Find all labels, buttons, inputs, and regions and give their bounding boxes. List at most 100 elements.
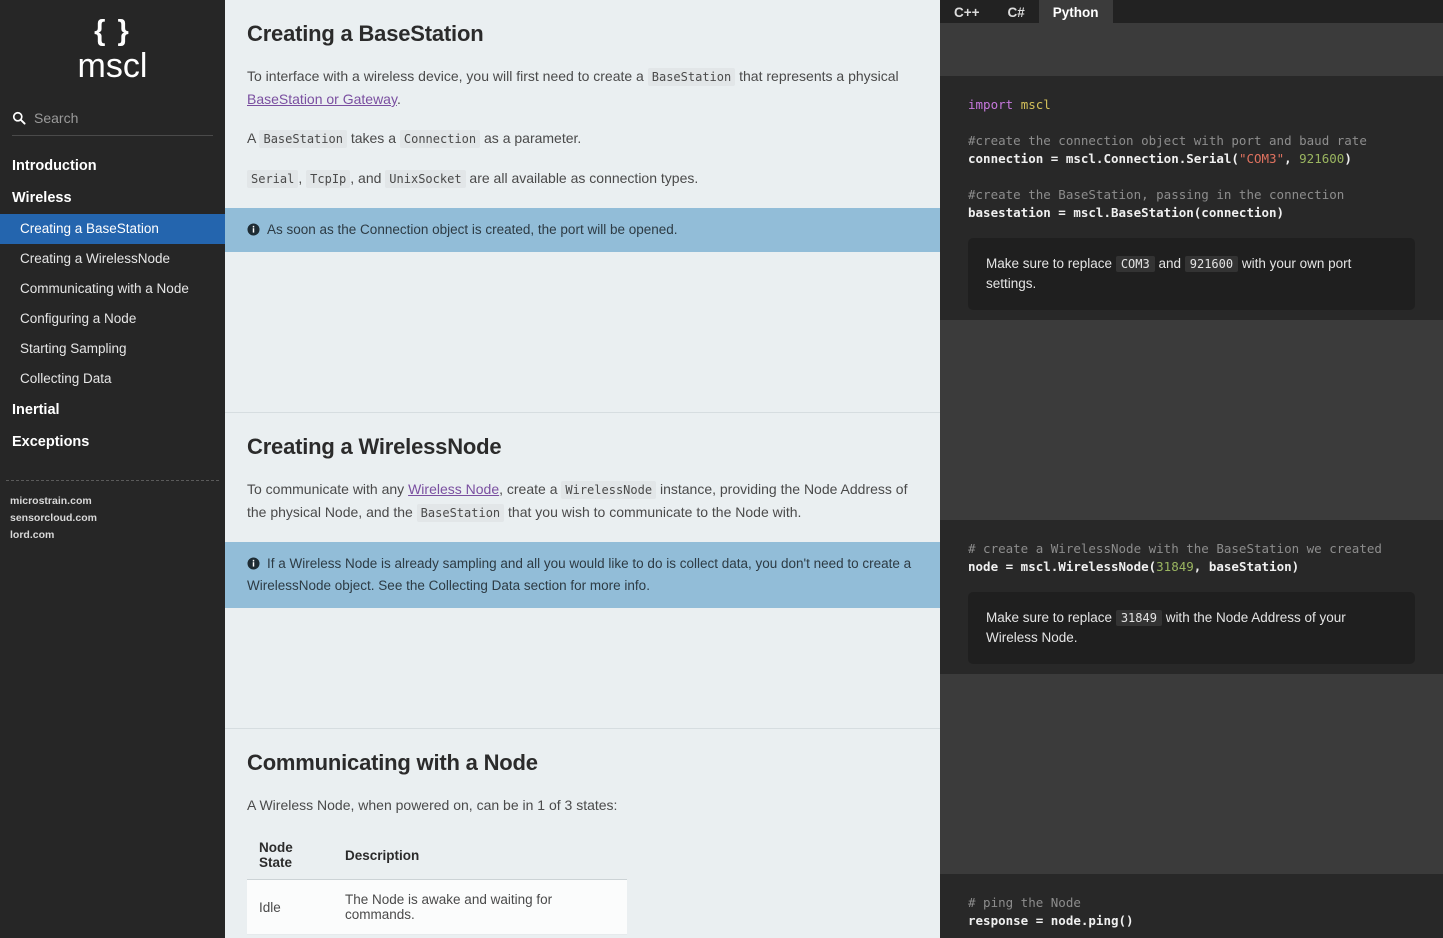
table-header-description: Description <box>333 834 627 880</box>
sidebar-section-introduction[interactable]: Introduction <box>0 150 225 182</box>
sidebar-section-exceptions[interactable]: Exceptions <box>0 426 225 458</box>
paragraph-parameter: A BaseStation takes a Connection as a pa… <box>225 127 940 150</box>
sidebar-nav: Introduction Wireless Creating a BaseSta… <box>0 150 225 458</box>
note-already-sampling: If a Wireless Node is already sampling a… <box>225 542 940 608</box>
section-communicating-with-a-node: Communicating with a Node A Wireless Nod… <box>225 728 940 935</box>
section-title-wirelessnode: Creating a WirelessNode <box>225 413 940 461</box>
code-sep: , <box>1284 151 1299 166</box>
tab-csharp[interactable]: C# <box>994 0 1039 23</box>
table-cell-state: Idle <box>247 880 333 935</box>
language-tabs: C++ C# Python <box>940 0 1443 23</box>
sidebar-section-wireless[interactable]: Wireless <box>0 182 225 214</box>
code-text-wirelessnode: # create a WirelessNode with the BaseSta… <box>940 540 1443 576</box>
sidebar-section-inertial[interactable]: Inertial <box>0 394 225 426</box>
info-icon <box>247 223 260 236</box>
code-text-ping: # ping the Node response = node.ping() #… <box>940 894 1443 938</box>
table-cell-description: The Node is awake and waiting for comman… <box>333 880 627 935</box>
logo-braces: { } <box>0 14 225 48</box>
text-fragment: . <box>397 91 401 107</box>
paragraph-node-states: A Wireless Node, when powered on, can be… <box>225 794 940 816</box>
text-fragment: , and <box>350 170 385 186</box>
text-fragment: are all available as connection types. <box>466 170 699 186</box>
section-creating-a-wirelessnode: Creating a WirelessNode To communicate w… <box>225 412 940 728</box>
code-module-mscl: mscl <box>1021 97 1051 112</box>
sidebar: { } mscl Introduction Wireless Creating … <box>0 0 225 938</box>
code-line-connection: connection = mscl.Connection.Serial( <box>968 151 1239 166</box>
code-gap-0 <box>940 23 1443 76</box>
inline-code-com3: COM3 <box>1116 256 1155 272</box>
section-spacer <box>225 608 940 728</box>
code-number-baud: 921600 <box>1299 151 1344 166</box>
code-sep: , <box>1194 559 1209 574</box>
paragraph-connection-types: Serial, TcpIp, and UnixSocket are all av… <box>225 167 940 190</box>
search-box[interactable] <box>12 108 213 136</box>
link-wireless-node[interactable]: Wireless Node <box>408 481 499 497</box>
inline-code-tcpip: TcpIp <box>306 170 350 188</box>
section-title-communicating: Communicating with a Node <box>225 729 940 777</box>
inline-code-31849: 31849 <box>1116 610 1162 626</box>
logo-text: mscl <box>0 48 225 84</box>
documentation-app: { } mscl Introduction Wireless Creating … <box>0 0 1443 938</box>
table-row: Idle The Node is awake and waiting for c… <box>247 880 627 935</box>
text-fragment: , create a <box>499 481 561 497</box>
sidebar-item-collecting-data[interactable]: Collecting Data <box>0 364 225 394</box>
code-comment-basestation: #create the BaseStation, passing in the … <box>968 187 1344 202</box>
footer-link-sensorcloud[interactable]: sensorcloud.com <box>10 510 213 527</box>
note-connection-port: As soon as the Connection object is crea… <box>225 208 940 252</box>
code-note-replace-port: Make sure to replace COM3 and 921600 wit… <box>968 238 1415 310</box>
note-text: If a Wireless Node is already sampling a… <box>247 556 911 593</box>
inline-code-921600: 921600 <box>1185 256 1238 272</box>
section-spacer <box>225 252 940 412</box>
code-arg-basestation: baseStation <box>1209 559 1292 574</box>
logo[interactable]: { } mscl <box>0 0 225 102</box>
note-text: Make sure to replace <box>986 256 1116 271</box>
table-header-row: Node State Description <box>247 834 627 880</box>
code-note-replace-address: Make sure to replace 31849 with the Node… <box>968 592 1415 664</box>
code-comment-ping: # ping the Node <box>968 895 1081 910</box>
paragraph-intro: To interface with a wireless device, you… <box>225 65 940 110</box>
inline-code-basestation-2: BaseStation <box>259 130 346 148</box>
link-basestation-or-gateway[interactable]: BaseStation or Gateway <box>247 91 397 107</box>
inline-code-wirelessnode: WirelessNode <box>561 481 656 499</box>
footer-link-microstrain[interactable]: microstrain.com <box>10 493 213 510</box>
code-close-paren: ) <box>1292 559 1300 574</box>
inline-code-connection: Connection <box>400 130 480 148</box>
code-line-node: node = mscl.WirelessNode( <box>968 559 1156 574</box>
footer-link-lord[interactable]: lord.com <box>10 527 213 544</box>
code-line-basestation: basestation = mscl.BaseStation(connectio… <box>968 205 1284 220</box>
tab-python[interactable]: Python <box>1039 0 1113 23</box>
sidebar-item-creating-a-basestation[interactable]: Creating a BaseStation <box>0 214 225 244</box>
code-block-basestation[interactable]: import mscl #create the connection objec… <box>940 76 1443 320</box>
sidebar-footer-links: microstrain.com sensorcloud.com lord.com <box>0 481 225 544</box>
note-text: Make sure to replace <box>986 610 1116 625</box>
inline-code-basestation: BaseStation <box>648 68 735 86</box>
code-string-com3: "COM3" <box>1239 151 1284 166</box>
table-header-node-state: Node State <box>247 834 333 880</box>
text-fragment: To communicate with any <box>247 481 408 497</box>
code-keyword-import: import <box>968 97 1013 112</box>
sidebar-item-configuring-a-node[interactable]: Configuring a Node <box>0 304 225 334</box>
sidebar-item-starting-sampling[interactable]: Starting Sampling <box>0 334 225 364</box>
text-fragment: that represents a physical <box>735 68 898 84</box>
sidebar-item-creating-a-wirelessnode[interactable]: Creating a WirelessNode <box>0 244 225 274</box>
code-block-ping[interactable]: # ping the Node response = node.ping() #… <box>940 874 1443 938</box>
node-states-table: Node State Description Idle The Node is … <box>247 834 627 935</box>
text-fragment: , <box>298 170 306 186</box>
inline-code-serial: Serial <box>247 170 298 188</box>
code-text-basestation: import mscl #create the connection objec… <box>940 96 1443 222</box>
text-fragment: A <box>247 130 259 146</box>
note-text: and <box>1155 256 1185 271</box>
search-input[interactable] <box>34 110 213 126</box>
sidebar-item-communicating-with-a-node[interactable]: Communicating with a Node <box>0 274 225 304</box>
search-icon <box>12 111 26 125</box>
code-close-paren: ) <box>1344 151 1352 166</box>
tab-cpp[interactable]: C++ <box>940 0 994 23</box>
code-comment-wirelessnode: # create a WirelessNode with the BaseSta… <box>968 541 1382 556</box>
code-comment-connection: #create the connection object with port … <box>968 133 1367 148</box>
code-gap-2 <box>940 674 1443 874</box>
sidebar-subnav-wireless: Creating a BaseStation Creating a Wirele… <box>0 214 225 394</box>
code-block-wirelessnode[interactable]: # create a WirelessNode with the BaseSta… <box>940 520 1443 674</box>
inline-code-unixsocket: UnixSocket <box>385 170 465 188</box>
note-text: As soon as the Connection object is crea… <box>267 222 678 237</box>
inline-code-basestation-3: BaseStation <box>417 504 504 522</box>
